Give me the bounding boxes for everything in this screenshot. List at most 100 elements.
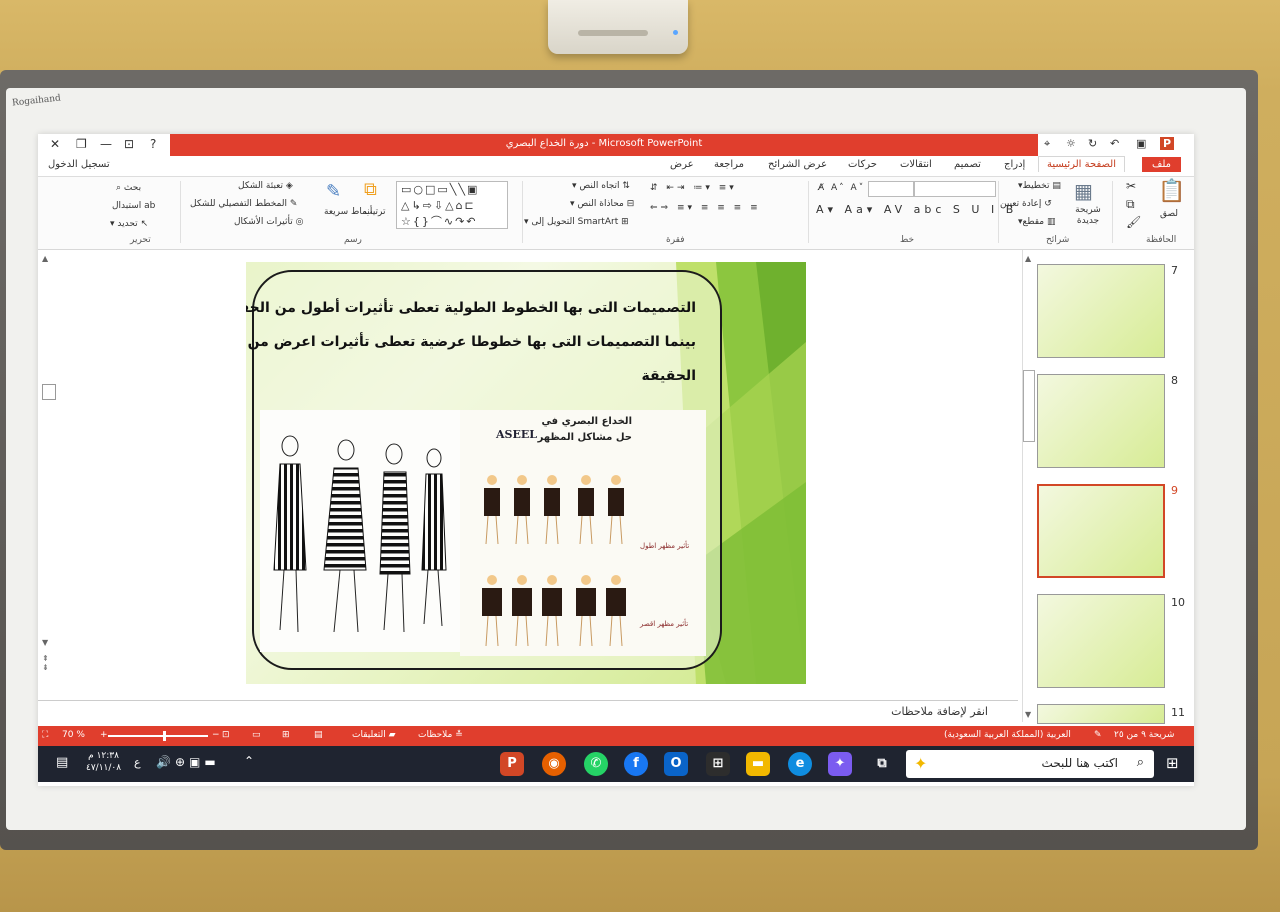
task-view-icon[interactable]: ⧉ <box>870 752 894 776</box>
current-slide[interactable]: التصميمات التى بها الخطوط الطولية تعطى ت… <box>246 262 806 684</box>
slide-thumbnail-8[interactable] <box>1037 374 1165 468</box>
input-language[interactable]: ع <box>134 756 141 769</box>
arrange-button[interactable]: ترتيب <box>364 207 386 217</box>
spellcheck-icon[interactable]: ✎ <box>1094 730 1102 740</box>
reading-view-icon[interactable]: ▭ <box>252 730 261 740</box>
font-size-box[interactable] <box>868 181 914 197</box>
tab-home[interactable]: الصفحة الرئيسية <box>1038 156 1125 172</box>
paste-icon[interactable]: 📋 <box>1158 179 1185 204</box>
reset-button[interactable]: إعادة تعيين ↺ <box>1000 199 1052 209</box>
arrange-icon[interactable]: ⧉ <box>364 179 377 200</box>
new-slide-button[interactable]: شريحة جديدة <box>1068 205 1108 227</box>
new-slide-icon[interactable]: ▦ <box>1074 179 1093 203</box>
format-painter-icon[interactable]: 🖌 <box>1126 215 1141 229</box>
help-icon[interactable]: ? <box>150 137 156 151</box>
replace-button[interactable]: استبدال ab <box>112 201 155 211</box>
scroll-up-icon[interactable]: ▲ <box>42 254 48 263</box>
system-tray-icons[interactable]: 🔊⊕▣▬ <box>156 755 220 769</box>
tab-animations[interactable]: حركات <box>848 159 877 170</box>
undo-icon[interactable]: ↶ <box>1110 137 1119 150</box>
copilot-icon[interactable]: ✦ <box>828 752 852 776</box>
chevron-up-icon[interactable]: ⌃ <box>244 754 254 768</box>
slide-thumbnail-10[interactable] <box>1037 594 1165 688</box>
comments-button[interactable]: التعليقات ▰ <box>352 730 396 740</box>
select-button[interactable]: ▾ تحديد ↖ <box>110 219 148 229</box>
slide-thumbnail-9[interactable] <box>1037 484 1165 578</box>
ribbon-display-icon[interactable]: ⊡ <box>124 137 134 151</box>
tab-design[interactable]: تصميم <box>954 159 981 170</box>
text-direction-button[interactable]: ▾ اتجاه النص ⇅ <box>572 181 630 191</box>
clock-date: ٤٧/١١/٠٨ <box>86 763 122 773</box>
redo-icon[interactable]: ↻ <box>1088 137 1097 150</box>
cut-icon[interactable]: ✂ <box>1126 179 1136 193</box>
whatsapp-icon[interactable]: ✆ <box>584 752 608 776</box>
find-button[interactable]: ⌕ بحث <box>116 183 141 193</box>
font-format-icons[interactable]: A▾ Aa▾ AV abc S U I B <box>816 203 1017 216</box>
presenter-icon[interactable]: ⌖ <box>1044 137 1050 151</box>
clock[interactable]: ١٢:٣٨ م ٤٧/١١/٠٨ <box>86 750 121 774</box>
start-from-beginning-icon[interactable]: ☼ <box>1066 137 1076 150</box>
thumb-scroll-down-icon[interactable]: ▼ <box>1025 710 1031 719</box>
slide-thumbnail-11[interactable] <box>1037 704 1165 724</box>
zoom-in-icon[interactable]: + <box>100 730 108 740</box>
sign-in-link[interactable]: تسجيل الدخول <box>48 159 110 170</box>
close-icon[interactable]: ✕ <box>50 137 60 151</box>
tab-transitions[interactable]: انتقالات <box>900 159 932 170</box>
shape-fill-button[interactable]: تعبئة الشكل ◈ <box>238 181 293 191</box>
thumb-scroll-thumb[interactable] <box>1023 370 1035 442</box>
slide-scrollbar[interactable]: ▲ ▼ ⇞ ⇟ <box>42 252 56 672</box>
replace-icon: ab <box>144 201 156 211</box>
zoom-slider-thumb[interactable] <box>163 731 166 741</box>
shapes-gallery[interactable]: ▭○□▭╲╲▣ △↳⇨⇩△⌂⊏ ☆{}⌒∿↷↶ <box>396 181 508 229</box>
paragraph-spacing-icons[interactable]: ⇵ ⇤⇥ ≔▾ ≡▾ <box>650 183 737 193</box>
slide-thumbnail-7[interactable] <box>1037 264 1165 358</box>
notes-button[interactable]: ملاحظات ≛ <box>418 730 463 740</box>
outlook-icon[interactable]: O <box>664 752 688 776</box>
convert-smartart-button[interactable]: ▾ التحويل إلى SmartArt ⊞ <box>524 217 629 227</box>
tab-slideshow[interactable]: عرض الشرائح <box>768 159 827 170</box>
pencil-icon: ✎ <box>289 199 298 209</box>
facebook-icon[interactable]: f <box>624 752 648 776</box>
slide-sorter-icon[interactable]: ⊞ <box>282 730 290 740</box>
section-button[interactable]: ▾مقطع ▥ <box>1018 217 1055 227</box>
scroll-down-icon[interactable]: ▼ <box>42 638 48 647</box>
shape-effects-button[interactable]: تأثيرات الأشكال ◎ <box>234 217 303 227</box>
shape-outline-button[interactable]: المخطط التفصيلي للشكل ✎ <box>190 199 297 209</box>
notes-placeholder[interactable]: انقر لإضافة ملاحظات <box>891 705 988 718</box>
prev-next-slide-icon[interactable]: ⇞ ⇟ <box>42 654 49 672</box>
quick-styles-icon[interactable]: ✎ <box>326 181 341 202</box>
alignment-icons[interactable]: ⇐⇒ ≡▾ ≡ ≡ ≡ ≡ <box>650 203 761 213</box>
zoom-percent[interactable]: 70 % <box>62 730 85 740</box>
paste-button[interactable]: لصق <box>1160 209 1178 219</box>
scroll-thumb[interactable] <box>42 384 56 400</box>
minimize-icon[interactable]: — <box>100 137 112 151</box>
thumb-scroll-up-icon[interactable]: ▲ <box>1025 254 1031 263</box>
file-explorer-icon[interactable]: ▬ <box>746 752 770 776</box>
zoom-out-icon[interactable]: − <box>212 730 220 740</box>
slideshow-view-icon[interactable]: ⊡ <box>222 730 230 740</box>
tab-view[interactable]: عرض <box>670 159 694 170</box>
chevron-down-icon: ▾ <box>110 219 115 229</box>
layout-button[interactable]: ▾تخطيط ▤ <box>1018 181 1061 191</box>
shape-effects-label: تأثيرات الأشكال <box>234 217 293 227</box>
notification-icon[interactable]: ▤ <box>56 755 68 770</box>
powerpoint-taskbar-icon[interactable]: P <box>500 752 524 776</box>
store-icon[interactable]: ⊞ <box>706 752 730 776</box>
align-text-button[interactable]: ▾ محاذاة النص ⊟ <box>570 199 634 209</box>
edge-icon[interactable]: e <box>788 752 812 776</box>
notes-pane[interactable]: انقر لإضافة ملاحظات <box>38 700 1018 723</box>
clear-format-icon[interactable]: A̸ A˄ A˅ <box>818 183 865 193</box>
restore-icon[interactable]: ❐ <box>76 137 87 151</box>
fit-slide-icon[interactable]: ⛶ <box>42 730 48 740</box>
tab-insert[interactable]: إدراج <box>1004 159 1025 170</box>
font-name-box[interactable] <box>914 181 996 197</box>
save-icon[interactable]: ▣ <box>1136 137 1146 150</box>
normal-view-icon[interactable]: ▤ <box>314 730 323 740</box>
copy-icon[interactable]: ⧉ <box>1126 197 1135 212</box>
windows-start-icon[interactable]: ⊞ <box>1166 754 1179 772</box>
zoom-slider[interactable] <box>108 735 208 737</box>
tab-review[interactable]: مراجعة <box>714 159 744 170</box>
tab-file[interactable]: ملف <box>1142 157 1182 172</box>
firefox-icon[interactable]: ◉ <box>542 752 566 776</box>
taskbar-search-box[interactable]: ✦ اكتب هنا للبحث ⌕ <box>906 750 1154 778</box>
